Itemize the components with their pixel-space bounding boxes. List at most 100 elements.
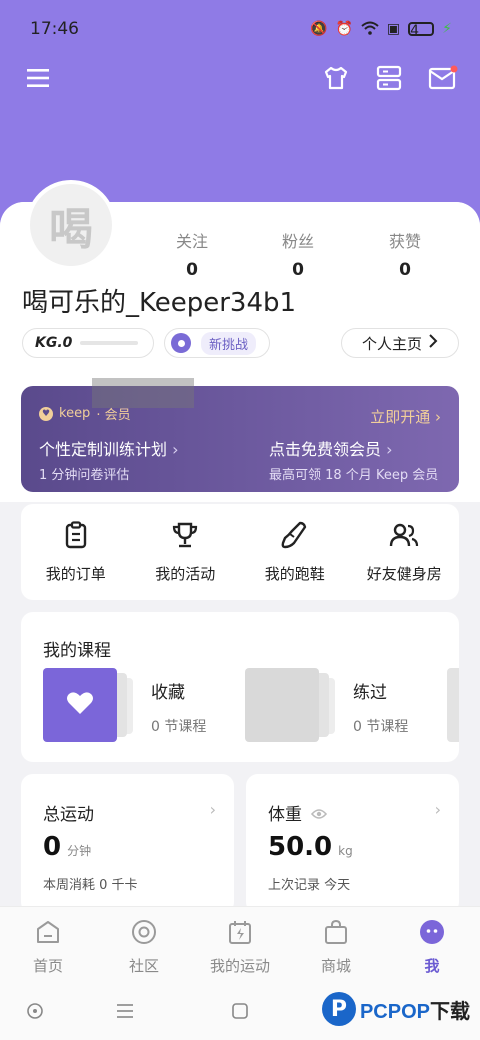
- stat-label: 关注: [175, 232, 208, 251]
- message-icon[interactable]: [428, 64, 458, 96]
- calendar-bolt-icon: [227, 919, 253, 949]
- quick-action-label: 我的跑鞋: [264, 564, 325, 583]
- nav-menu-icon[interactable]: [116, 1002, 134, 1024]
- homepage-label: 个人主页: [361, 334, 422, 353]
- my-courses-card: 我的课程 收藏 0 节课程 练过 0 节课程: [21, 612, 459, 762]
- quick-action-activities[interactable]: 我的活动: [135, 521, 235, 584]
- eye-icon[interactable]: [311, 805, 328, 825]
- battery-icon: 4: [408, 22, 435, 38]
- vip-open-link[interactable]: 立即开通 ›: [370, 406, 441, 427]
- kg-progress-bar: [80, 341, 139, 345]
- exercise-unit: 分钟: [67, 844, 92, 858]
- vip-item-free[interactable]: 点击免费领会员 › 最高可领 18 个月 Keep 会员: [269, 436, 438, 483]
- tooltip-overlay: [92, 378, 194, 408]
- bottom-tab-bar: 首页 社区 我的运动 商城 我: [0, 906, 480, 986]
- kg-level-pill[interactable]: KG.0: [22, 328, 154, 358]
- vip-item-subtitle: 1 分钟问卷评估: [39, 468, 130, 483]
- quick-action-shoes[interactable]: 我的跑鞋: [245, 521, 345, 584]
- chevron-right-icon: ›: [435, 408, 441, 426]
- chevron-right-icon: ›: [209, 800, 216, 819]
- tab-label: 商城: [320, 957, 351, 975]
- stat-likes[interactable]: 获赞 0: [375, 228, 435, 280]
- clipboard-icon: [63, 520, 89, 553]
- weight-title-wrap: 体重: [268, 800, 328, 825]
- clothing-icon[interactable]: [322, 64, 350, 96]
- stat-value: 0: [292, 260, 304, 280]
- quick-action-gym[interactable]: 好友健身房: [354, 521, 454, 584]
- watermark-text: PCPOP下载: [359, 1000, 470, 1023]
- tab-community[interactable]: 社区: [96, 907, 192, 986]
- tab-shop[interactable]: 商城: [288, 907, 384, 986]
- course-thumbnail: [43, 668, 133, 742]
- vip-heart-icon: ♥: [39, 406, 53, 421]
- weight-title: 体重: [268, 805, 302, 825]
- shoe-icon: [280, 521, 310, 553]
- tab-label: 我: [424, 957, 440, 975]
- vip-item-title: 点击免费领会员: [269, 440, 382, 459]
- nav-assistant-icon[interactable]: [26, 1002, 44, 1024]
- status-icons: 🔕 ⏰ ▣ 4 ⚡: [310, 21, 452, 38]
- course-name: 练过: [353, 683, 387, 703]
- charging-icon: ⚡: [442, 21, 452, 37]
- kg-level: KG.0: [35, 335, 73, 351]
- stat-label: 获赞: [388, 232, 421, 251]
- avatar[interactable]: 喝: [26, 180, 116, 270]
- exercise-title: 总运动: [43, 805, 94, 825]
- home-icon: [35, 919, 61, 949]
- weight-card[interactable]: 体重 › 50.0 kg 上次记录 今天: [246, 774, 459, 914]
- exercise-card[interactable]: 总运动 › 0 分钟 本周消耗 0 千卡: [21, 774, 234, 914]
- me-icon: [419, 919, 445, 949]
- course-practiced[interactable]: 练过 0 节课程: [245, 668, 408, 742]
- stat-value: 0: [186, 260, 198, 280]
- challenge-pill[interactable]: 新挑战: [164, 328, 270, 358]
- status-bar: 17:46 🔕 ⏰ ▣ 4 ⚡: [0, 0, 480, 58]
- course-thumbnail: [245, 668, 335, 742]
- challenge-icon: [171, 333, 191, 353]
- vip-item-subtitle: 最高可领 18 个月 Keep 会员: [269, 468, 439, 483]
- tab-my-exercise[interactable]: 我的运动: [192, 907, 288, 986]
- quick-actions: 我的订单 我的活动 我的跑鞋 好友健身房: [21, 504, 459, 600]
- watermark-logo: P: [321, 992, 356, 1026]
- tab-home[interactable]: 首页: [0, 907, 96, 986]
- alarm-icon: ⏰: [335, 21, 353, 37]
- weight-unit: kg: [338, 844, 353, 858]
- device-icon[interactable]: [375, 64, 403, 96]
- stat-value: 0: [399, 260, 411, 280]
- shop-bag-icon: [323, 919, 349, 949]
- mute-icon: 🔕: [310, 21, 328, 37]
- status-time: 17:46: [30, 19, 79, 39]
- chevron-right-icon: ›: [381, 440, 393, 459]
- course-thumbnail-partial: [447, 668, 459, 742]
- stat-followers[interactable]: 粉丝 0: [268, 228, 328, 280]
- weight-subtitle: 上次记录 今天: [268, 878, 351, 893]
- courses-title: 我的课程: [43, 641, 111, 661]
- quick-action-label: 我的订单: [45, 564, 106, 583]
- nav-home-icon[interactable]: [231, 1002, 249, 1024]
- quick-action-label: 我的活动: [155, 564, 216, 583]
- chevron-right-icon: ›: [167, 440, 179, 459]
- vip-banner[interactable]: ♥ keep · 会员 立即开通 › 个性定制训练计划 › 1 分钟问卷评估 点…: [21, 386, 459, 492]
- heart-icon: [66, 690, 94, 720]
- avatar-text: 喝: [49, 204, 93, 255]
- homepage-button[interactable]: 个人主页: [341, 328, 459, 358]
- course-count: 0 节课程: [151, 719, 207, 735]
- vip-item-plan[interactable]: 个性定制训练计划 › 1 分钟问卷评估: [39, 436, 179, 483]
- course-count: 0 节课程: [353, 719, 409, 735]
- username: 喝可乐的_Keeper34b1: [22, 288, 297, 318]
- top-bar: [0, 60, 480, 104]
- trophy-icon: [171, 521, 199, 553]
- course-name: 收藏: [151, 683, 185, 703]
- menu-icon[interactable]: [26, 66, 50, 94]
- stat-following[interactable]: 关注 0: [162, 228, 222, 280]
- tab-label: 首页: [32, 957, 63, 975]
- quick-action-orders[interactable]: 我的订单: [26, 520, 126, 584]
- chevron-right-icon: ›: [434, 800, 441, 819]
- tab-label: 我的运动: [209, 957, 270, 975]
- weight-value: 50.0: [268, 832, 333, 862]
- community-icon: [131, 919, 157, 949]
- tab-me[interactable]: 我: [384, 907, 480, 986]
- challenge-label: 新挑战: [201, 331, 257, 355]
- vip-open-label: 立即开通: [370, 408, 431, 426]
- vip-brand-name: keep: [59, 406, 91, 421]
- course-favorites[interactable]: 收藏 0 节课程: [43, 668, 206, 742]
